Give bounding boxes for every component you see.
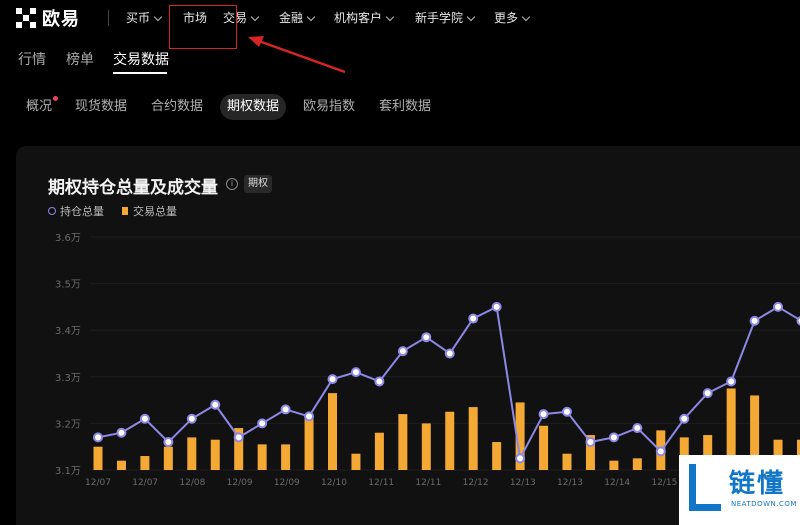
x-tick-label: 12/07 (132, 478, 158, 488)
open-interest-point[interactable] (374, 376, 385, 387)
volume-bar[interactable] (421, 423, 431, 470)
volume-bar[interactable] (304, 418, 314, 470)
open-interest-point[interactable] (280, 404, 291, 415)
y-tick-label: 3.4万 (55, 326, 81, 337)
volume-bar[interactable] (632, 458, 642, 470)
open-interest-point[interactable] (116, 427, 127, 438)
volume-bar[interactable] (163, 446, 173, 470)
x-tick-label: 12/15 (651, 478, 677, 488)
volume-bar[interactable] (351, 453, 361, 470)
open-interest-point[interactable] (421, 332, 432, 343)
x-tick-label: 12/08 (179, 478, 205, 488)
open-interest-point[interactable] (538, 409, 549, 420)
volume-bar[interactable] (257, 444, 267, 470)
volume-bar[interactable] (562, 453, 572, 470)
volume-bar[interactable] (374, 432, 384, 470)
volume-bar[interactable] (93, 446, 103, 470)
open-interest-point[interactable] (679, 413, 690, 424)
x-tick-label: 12/13 (557, 478, 583, 488)
volume-bar[interactable] (140, 456, 150, 470)
open-interest-point[interactable] (702, 388, 713, 399)
x-tick-label: 12/11 (415, 478, 441, 488)
open-interest-point[interactable] (444, 348, 455, 359)
x-tick-label: 12/13 (510, 478, 536, 488)
open-interest-point[interactable] (608, 432, 619, 443)
volume-bar[interactable] (492, 442, 502, 470)
watermark-text: 链懂 (729, 469, 786, 499)
open-interest-point[interactable] (515, 453, 526, 464)
watermark-logo-icon (689, 464, 721, 511)
open-interest-point[interactable] (350, 367, 361, 378)
x-tick-label: 12/09 (274, 478, 300, 488)
open-interest-point[interactable] (655, 446, 666, 457)
open-interest-point[interactable] (749, 315, 760, 326)
open-interest-point[interactable] (397, 346, 408, 357)
volume-bar[interactable] (609, 460, 619, 470)
x-tick-label: 12/12 (463, 478, 489, 488)
x-tick-label: 12/10 (321, 478, 347, 488)
open-interest-point[interactable] (327, 374, 338, 385)
open-interest-point[interactable] (491, 301, 502, 312)
open-interest-point[interactable] (257, 418, 268, 429)
open-interest-point[interactable] (186, 413, 197, 424)
open-interest-point[interactable] (562, 406, 572, 417)
open-interest-point[interactable] (210, 399, 221, 410)
y-tick-label: 3.6万 (55, 233, 81, 244)
volume-bar[interactable] (445, 411, 455, 470)
x-tick-label: 12/09 (227, 478, 253, 488)
open-interest-point[interactable] (726, 376, 737, 387)
open-interest-volume-chart[interactable]: 3.6万 3.5万 3.4万 3.3万 3.2万 3.1万 12/07 12/07 12/08 1… (0, 0, 800, 525)
volume-bar[interactable] (328, 393, 337, 470)
volume-bar[interactable] (468, 407, 478, 470)
y-tick-label: 3.5万 (55, 280, 81, 291)
open-interest-point[interactable] (468, 313, 479, 324)
volume-bar[interactable] (210, 439, 220, 470)
open-interest-point[interactable] (632, 423, 643, 434)
open-interest-point[interactable] (233, 432, 244, 443)
y-tick-label: 3.2万 (55, 419, 81, 430)
y-tick-label: 3.1万 (55, 466, 81, 477)
volume-bar[interactable] (116, 460, 126, 470)
x-tick-label: 12/14 (604, 478, 630, 488)
open-interest-point[interactable] (163, 437, 174, 448)
x-tick-label: 12/07 (85, 478, 111, 488)
x-tick-label: 12/11 (368, 478, 394, 488)
open-interest-point[interactable] (139, 413, 150, 424)
open-interest-point[interactable] (93, 432, 103, 443)
open-interest-point[interactable] (304, 411, 315, 422)
watermark-domain: NEATDOWN.COM (731, 500, 797, 508)
annotation-arrow-shaft (255, 38, 346, 74)
volume-bar[interactable] (539, 425, 549, 470)
volume-bar[interactable] (398, 414, 408, 470)
volume-bar[interactable] (281, 444, 291, 470)
open-interest-point[interactable] (585, 437, 596, 448)
open-interest-point[interactable] (773, 301, 784, 312)
volume-bar[interactable] (187, 437, 197, 470)
y-tick-label: 3.3万 (55, 373, 81, 384)
